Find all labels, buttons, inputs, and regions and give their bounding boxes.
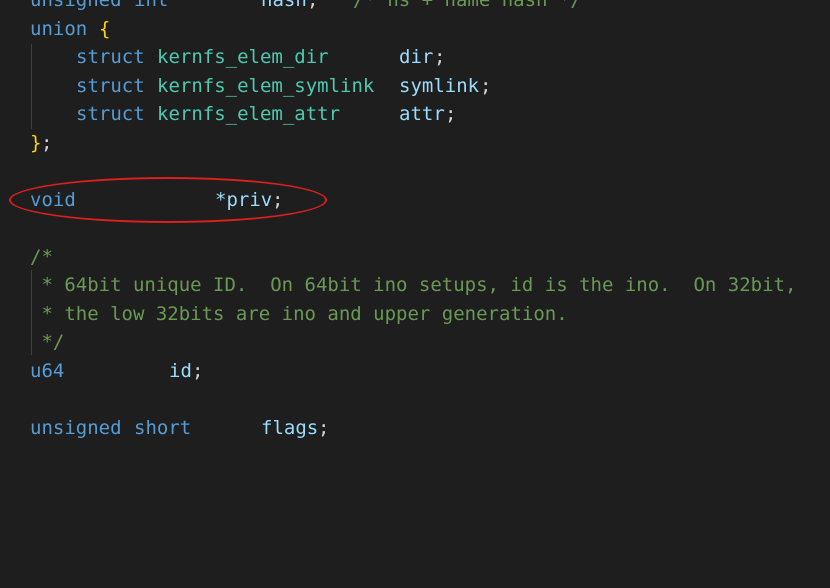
comment-line-1: * 64bit unique ID. On 64bit ino setups, … <box>0 271 796 300</box>
semicolon: ; <box>318 417 330 439</box>
keyword-void: void <box>30 189 76 211</box>
keyword-union: union <box>30 18 88 40</box>
comment-hash: /* ns + name hash */ <box>353 0 582 11</box>
code-line-union: union { <box>0 15 110 44</box>
comment-close: */ <box>30 331 65 353</box>
field-attr: attr <box>399 103 445 125</box>
keyword-unsigned: unsigned <box>30 417 122 439</box>
semicolon: ; <box>445 103 457 125</box>
semicolon: ; <box>272 189 284 211</box>
semicolon: ; <box>307 0 319 11</box>
field-flags: flags <box>261 417 319 439</box>
comment-text: * 64bit unique ID. On 64bit ino setups, … <box>30 274 797 296</box>
comment-line-open: /* <box>0 243 53 272</box>
code-line-symlink: struct kernfs_elem_symlink symlink ; <box>0 72 491 101</box>
type-kernfs-elem-symlink: kernfs_elem_symlink <box>157 75 375 97</box>
brace-close: } <box>30 132 42 154</box>
keyword-int: int <box>134 0 169 11</box>
code-line-priv: void *priv ; <box>0 186 283 215</box>
type-kernfs-elem-attr: kernfs_elem_attr <box>157 103 341 125</box>
comment-line-2: * the low 32bits are ino and upper gener… <box>0 300 567 329</box>
keyword-struct: struct <box>76 75 145 97</box>
keyword-unsigned: unsigned <box>30 0 122 11</box>
code-line-hash: unsigned int hash ; /* ns + name hash */ <box>0 0 582 15</box>
code-line-id: u64 id ; <box>0 357 203 386</box>
field-priv: *priv <box>215 189 273 211</box>
brace-open: { <box>99 18 111 40</box>
keyword-short: short <box>134 417 192 439</box>
type-kernfs-elem-dir: kernfs_elem_dir <box>157 46 329 68</box>
field-hash: hash <box>261 0 307 11</box>
comment-text: * the low 32bits are ino and upper gener… <box>30 303 568 325</box>
semicolon: ; <box>41 132 53 154</box>
code-line-dir: struct kernfs_elem_dir dir ; <box>0 43 445 72</box>
field-dir: dir <box>399 46 434 68</box>
field-id: id <box>169 360 192 382</box>
comment-line-close: */ <box>0 328 64 357</box>
keyword-struct: struct <box>76 46 145 68</box>
type-u64: u64 <box>30 360 65 382</box>
field-symlink: symlink <box>399 75 480 97</box>
semicolon: ; <box>480 75 492 97</box>
keyword-struct: struct <box>76 103 145 125</box>
code-editor[interactable]: unsigned int hash ; /* ns + name hash */… <box>0 0 830 446</box>
semicolon: ; <box>192 360 204 382</box>
comment-open: /* <box>30 246 53 268</box>
semicolon: ; <box>434 46 446 68</box>
code-line-flags: unsigned short flags ; <box>0 414 329 443</box>
code-line-attr: struct kernfs_elem_attr attr ; <box>0 100 456 129</box>
code-line-close: } ; <box>0 129 52 158</box>
